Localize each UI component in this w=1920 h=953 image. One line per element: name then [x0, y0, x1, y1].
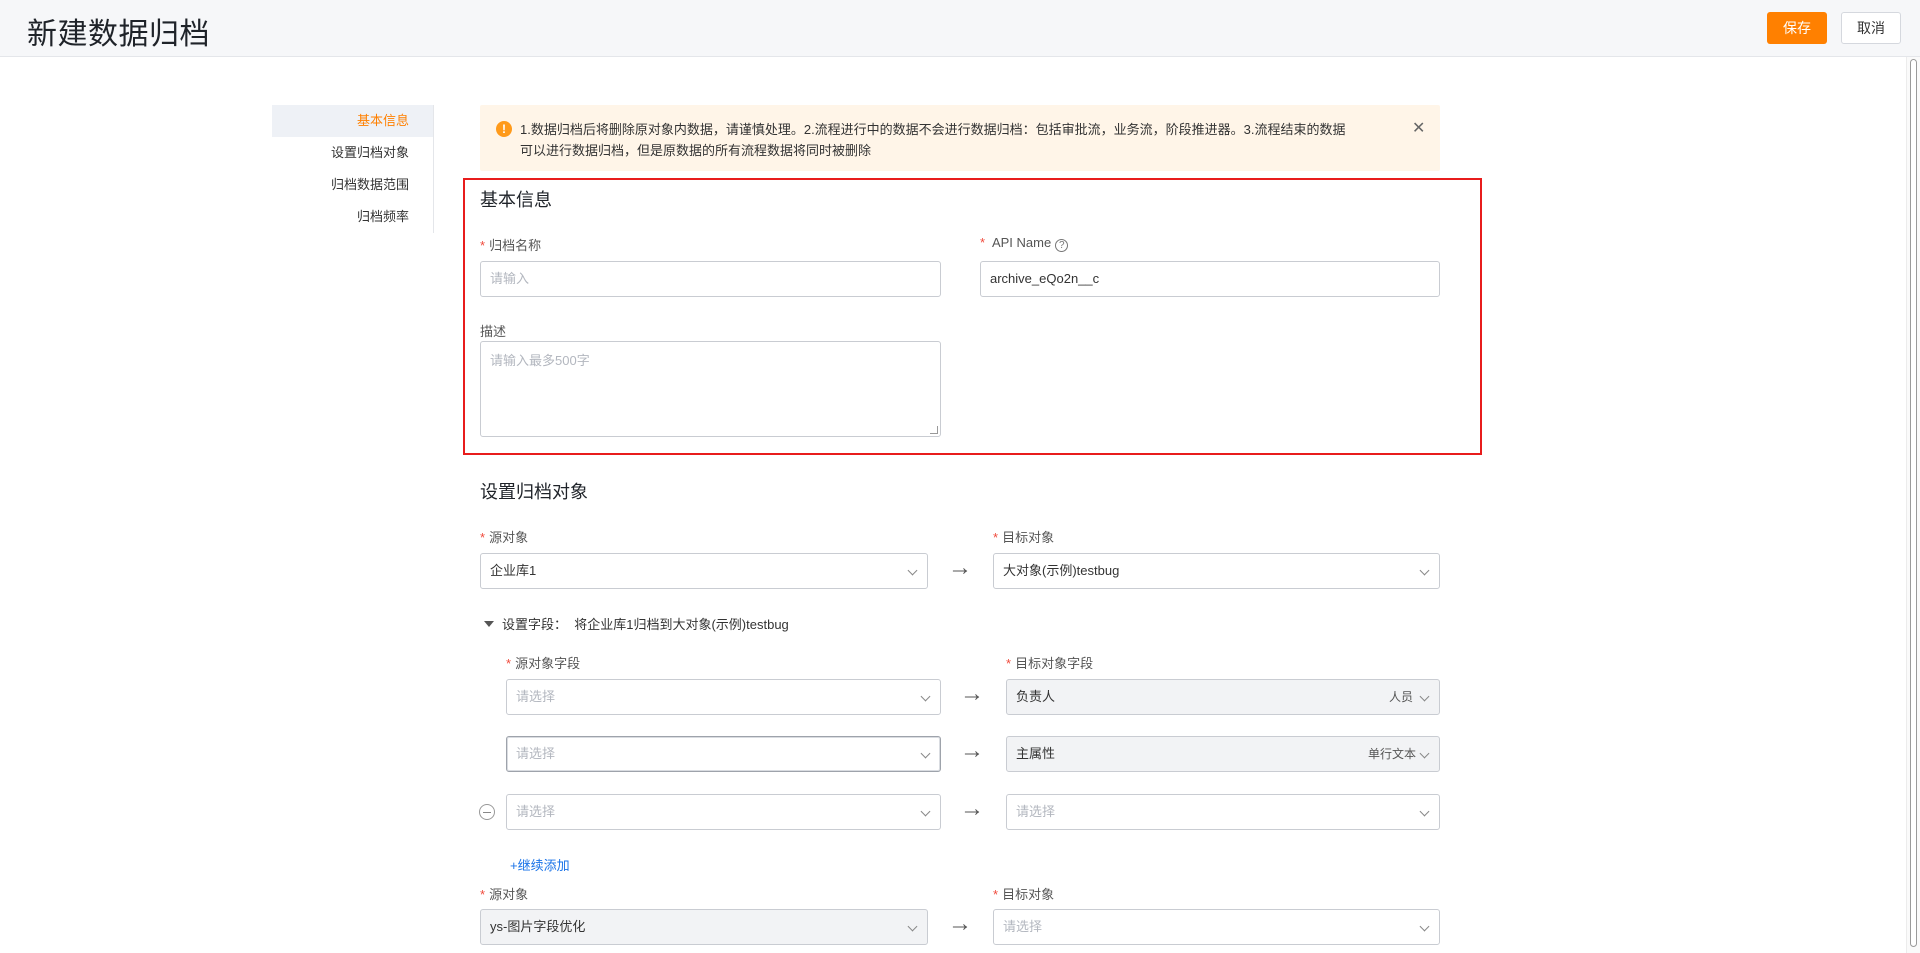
target-object-value: 大对象(示例)testbug — [1003, 563, 1120, 578]
target-field-select: 主属性 单行文本 — [1006, 736, 1440, 772]
remove-row-icon[interactable] — [479, 804, 495, 820]
target-object-select[interactable]: 大对象(示例)testbug — [993, 553, 1440, 589]
target-field-label: * 目标对象字段 — [1006, 656, 1094, 671]
notice-text-line1: 1.数据归档后将删除原对象内数据，请谨慎处理。2.流程进行中的数据不会进行数据归… — [520, 122, 1346, 137]
section-title-basic-info: 基本信息 — [480, 190, 552, 210]
source-field-select[interactable]: 请选择 — [506, 736, 941, 772]
chevron-down-icon — [1419, 748, 1430, 759]
chevron-down-icon — [920, 691, 931, 702]
page-title: 新建数据归档 — [27, 18, 210, 51]
page-scrollbar[interactable] — [1906, 57, 1920, 953]
save-button[interactable]: 保存 — [1767, 12, 1827, 44]
description-placeholder: 请输入最多500字 — [490, 353, 590, 368]
anchor-item-archive-object[interactable]: 设置归档对象 — [272, 137, 433, 169]
target-object-label: * 目标对象 — [993, 887, 1055, 902]
anchor-item-frequency[interactable]: 归档频率 — [272, 201, 433, 233]
chevron-down-icon — [920, 806, 931, 817]
arrow-right-icon: → — [948, 910, 972, 937]
target-field-select: 负责人 人员 — [1006, 679, 1440, 715]
warning-icon: ! — [496, 121, 512, 137]
close-icon[interactable]: ✕ — [1412, 118, 1425, 139]
source-field-select[interactable]: 请选择 — [506, 794, 941, 830]
anchor-nav: 基本信息 设置归档对象 归档数据范围 归档频率 — [272, 105, 434, 233]
warning-notice: ! 1.数据归档后将删除原对象内数据，请谨慎处理。2.流程进行中的数据不会进行数… — [480, 105, 1440, 171]
arrow-right-icon: → — [960, 795, 984, 822]
chevron-down-icon — [920, 748, 931, 759]
chevron-down-icon — [1419, 806, 1430, 817]
chevron-down-icon — [1419, 565, 1430, 576]
arrow-right-icon: → — [948, 554, 972, 581]
api-name-label: * API Name? — [980, 235, 1069, 252]
resize-handle[interactable] — [930, 426, 938, 434]
description-label: 描述 — [480, 324, 507, 339]
section-title-archive-object: 设置归档对象 — [480, 482, 588, 502]
cancel-button[interactable]: 取消 — [1841, 12, 1901, 44]
api-name-input[interactable]: archive_eQo2n__c — [980, 261, 1440, 297]
archive-name-input[interactable]: 请输入 — [480, 261, 941, 297]
arrow-right-icon: → — [960, 680, 984, 707]
field-type-tag: 单行文本 — [1368, 747, 1417, 761]
source-field-label: * 源对象字段 — [506, 656, 581, 671]
fields-description: 将企业库1归档到大对象(示例)testbug — [574, 617, 789, 632]
source-field-select[interactable]: 请选择 — [506, 679, 941, 715]
chevron-down-icon — [1419, 691, 1430, 702]
source-object-label: * 源对象 — [480, 530, 529, 545]
target-object-label: * 目标对象 — [993, 530, 1055, 545]
chevron-down-icon — [907, 921, 918, 932]
add-more-link[interactable]: +继续添加 — [510, 855, 570, 874]
source-object-select: ys-图片字段优化 — [480, 909, 928, 945]
scrollbar-thumb[interactable] — [1910, 59, 1917, 947]
target-object-select[interactable]: 请选择 — [993, 909, 1440, 945]
arrow-right-icon: → — [960, 737, 984, 764]
help-icon[interactable]: ? — [1055, 239, 1069, 252]
triangle-down-icon — [484, 621, 494, 627]
chevron-down-icon — [1419, 921, 1430, 932]
source-object-value: 企业库1 — [490, 563, 537, 578]
name-label: * 归档名称 — [480, 238, 542, 253]
page-header: 新建数据归档 保存 取消 — [0, 0, 1920, 57]
source-object-label: * 源对象 — [480, 887, 529, 902]
fields-toggle[interactable]: 设置字段： 将企业库1归档到大对象(示例)testbug — [484, 614, 789, 633]
notice-text-line2: 可以进行数据归档，但是原数据的所有流程数据将同时被删除 — [520, 143, 872, 158]
source-object-select[interactable]: 企业库1 — [480, 553, 928, 589]
field-type-tag: 人员 — [1389, 690, 1414, 704]
fields-toggle-label: 设置字段： — [502, 617, 568, 632]
anchor-item-basic-info[interactable]: 基本信息 — [272, 105, 433, 137]
anchor-item-data-range[interactable]: 归档数据范围 — [272, 169, 433, 201]
chevron-down-icon — [907, 565, 918, 576]
target-field-select[interactable]: 请选择 — [1006, 794, 1440, 830]
description-textarea[interactable]: 请输入最多500字 — [480, 341, 941, 437]
